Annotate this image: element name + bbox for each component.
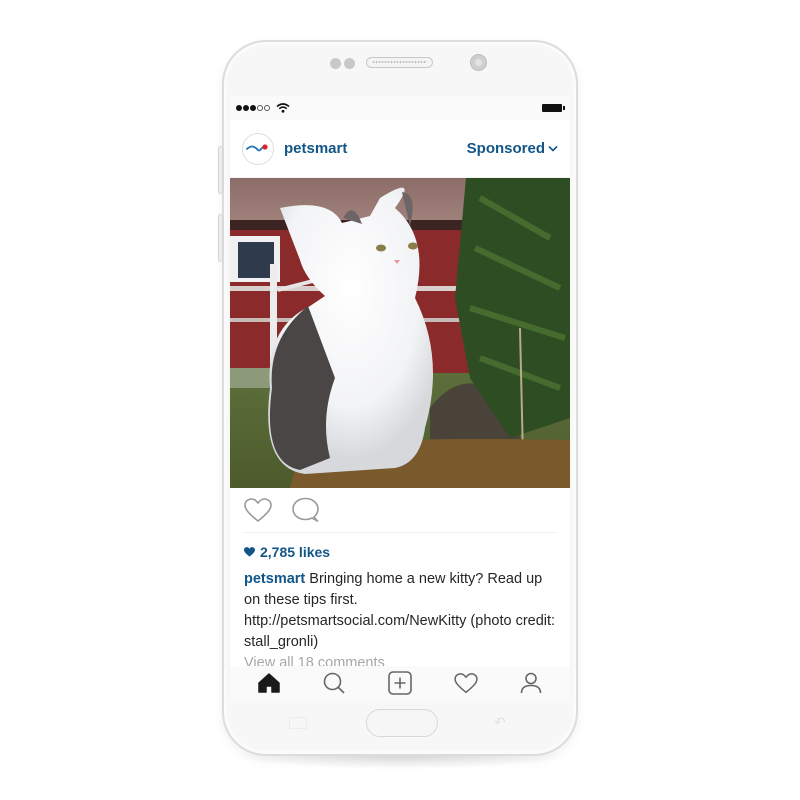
sensor-dot — [330, 58, 341, 69]
post-image[interactable] — [230, 178, 570, 488]
post-username[interactable]: petsmart — [284, 140, 347, 157]
likes-text: 2,785 likes — [260, 544, 331, 560]
search-icon — [324, 672, 345, 694]
chevron-down-icon — [548, 145, 558, 152]
sponsored-label: Sponsored — [466, 140, 545, 157]
tab-profile[interactable] — [514, 668, 548, 698]
sponsored-dropdown[interactable]: Sponsored — [467, 140, 558, 157]
recent-apps-key[interactable] — [289, 717, 307, 729]
heart-filled-icon — [244, 547, 255, 557]
tab-home[interactable] — [252, 668, 286, 698]
cat-photo — [230, 178, 570, 488]
add-post-icon — [388, 671, 412, 695]
heart-outline-icon — [453, 672, 478, 693]
wifi-icon — [276, 103, 290, 113]
status-bar — [230, 96, 570, 120]
post-actions — [230, 488, 570, 532]
tab-activity[interactable] — [449, 668, 483, 698]
post-header: petsmart Sponsored — [230, 120, 570, 178]
home-button[interactable] — [366, 709, 438, 737]
bottom-tab-bar — [230, 666, 570, 700]
post-caption: petsmart Bringing home a new kitty? Read… — [230, 563, 570, 653]
earpiece-speaker — [366, 57, 433, 68]
tab-search[interactable] — [317, 668, 351, 698]
volume-down-button — [218, 214, 223, 262]
back-key-icon[interactable]: ↶ — [494, 714, 512, 730]
petsmart-logo-icon — [246, 143, 268, 151]
sensor-dot — [344, 58, 355, 69]
likes-count[interactable]: 2,785 likes — [230, 533, 570, 563]
heart-outline-icon[interactable] — [244, 497, 272, 523]
battery-icon — [542, 104, 565, 112]
caption-username[interactable]: petsmart — [244, 571, 305, 587]
phone-screen: petsmart Sponsored 2,785 likes petsmart … — [230, 96, 570, 700]
front-camera — [470, 54, 487, 71]
volume-up-button — [218, 146, 223, 194]
home-icon — [258, 673, 280, 693]
tab-add-post[interactable] — [383, 668, 417, 698]
profile-icon — [520, 672, 542, 694]
signal-strength-icon — [236, 105, 270, 111]
comment-icon[interactable] — [292, 497, 319, 523]
avatar[interactable] — [242, 132, 274, 165]
